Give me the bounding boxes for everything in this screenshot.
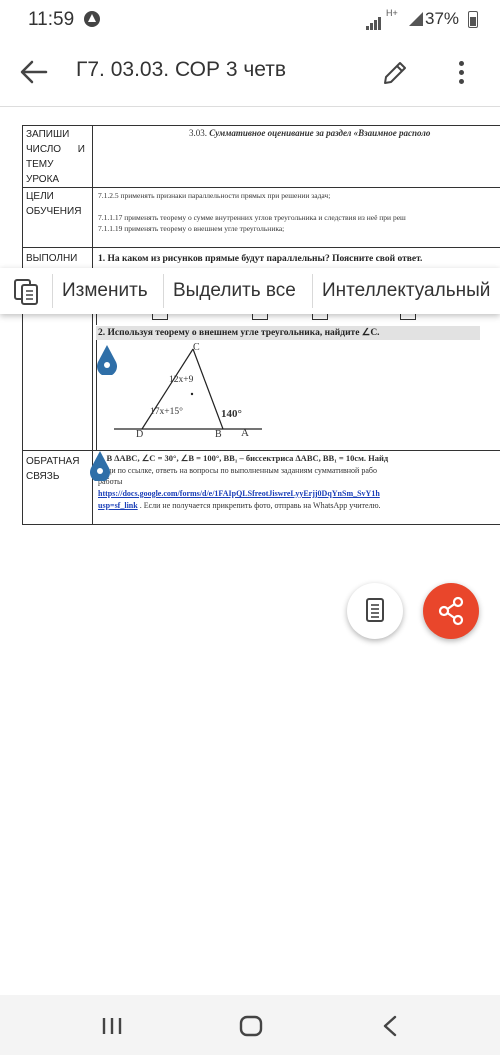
- network-type: H+: [386, 8, 398, 18]
- selection-context-menu: Изменить Выделить все Интеллектуальный: [0, 268, 500, 314]
- pencil-icon[interactable]: [380, 58, 410, 88]
- status-time: 11:59: [28, 9, 75, 30]
- share-button[interactable]: [423, 583, 479, 639]
- triangle-figure: [114, 348, 262, 430]
- menu-select-all[interactable]: Выделить все: [173, 280, 296, 302]
- recents-icon[interactable]: [101, 1017, 123, 1040]
- lesson-date: 3.03. Суммативное оценивание за раздел «…: [189, 128, 431, 138]
- system-nav-bar: [0, 995, 500, 1055]
- row-label-do: ВЫПОЛНИ: [26, 253, 78, 264]
- home-icon[interactable]: [239, 1015, 263, 1042]
- task-2: 2. Используя теорему о внешнем угле треу…: [98, 328, 380, 338]
- goal-1: 7.1.2.5 применять признаки параллельност…: [98, 191, 331, 200]
- vertex-b: B: [215, 429, 222, 440]
- selection-start-handle[interactable]: [96, 345, 118, 377]
- divider: [0, 106, 500, 107]
- row-label-goals: ЦЕЛИ ОБУЧЕНИЯ: [26, 191, 82, 217]
- angle-ext-label: 140°: [221, 408, 242, 420]
- share-icon: [438, 596, 464, 626]
- battery-percent: 37%: [425, 9, 460, 28]
- notification-icon: [84, 11, 100, 27]
- vertex-c: C: [193, 342, 200, 353]
- document-view-button[interactable]: [347, 583, 403, 639]
- cell-signal-icon: [409, 12, 423, 31]
- status-bar: 11:59 H+ 37%: [0, 0, 500, 38]
- menu-edit[interactable]: Изменить: [62, 280, 148, 302]
- selection-end-handle[interactable]: [89, 451, 111, 483]
- angle-d-label: 17x+15°: [150, 407, 183, 417]
- back-arrow-icon[interactable]: [18, 58, 50, 86]
- feedback-link-tail: usp=sf_link . Если не получается прикреп…: [98, 501, 381, 510]
- task-1: 1. На каком из рисунков прямые будут пар…: [98, 254, 423, 264]
- battery-icon: [468, 11, 478, 28]
- document-title: Г7. 03.03. СОР 3 четв: [76, 58, 287, 81]
- angle-c-label: 12x+9: [169, 375, 194, 385]
- menu-smart-select[interactable]: Интеллектуальный: [322, 280, 490, 302]
- back-icon[interactable]: [382, 1015, 398, 1042]
- row-label-feedback: ОБРАТНАЯ СВЯЗЬ: [26, 456, 80, 482]
- goal-3: 7.1.1.19 применять теорему о внешнем угл…: [98, 224, 285, 233]
- task-3: 3. В ∆ABC, ∠C = 30°, ∠B = 100°, BB₁ – би…: [98, 453, 389, 463]
- more-vert-icon[interactable]: [455, 58, 467, 88]
- doc-icon: [366, 598, 384, 622]
- lesson-topic: Суммативное оценивание за раздел «Взаимн…: [209, 128, 431, 138]
- goal-2: 7.1.1.17 применять теорему о сумме внутр…: [98, 213, 406, 222]
- wifi-signal-icon: [366, 12, 382, 30]
- feedback-link[interactable]: https://docs.google.com/forms/d/e/1FAIpQ…: [98, 489, 380, 499]
- vertex-d: D: [136, 429, 144, 440]
- app-bar: Г7. 03.03. СОР 3 четв: [0, 44, 500, 100]
- row-label-topic: ЗАПИШИ ЧИСЛО И ТЕМУ УРОКА: [26, 129, 85, 185]
- vertex-a: A: [241, 427, 249, 439]
- feedback-text: йди по ссылке, ответь на вопросы по выпо…: [103, 466, 377, 475]
- feedback-link-end[interactable]: usp=sf_link: [98, 501, 138, 510]
- copy-icon[interactable]: [12, 278, 42, 306]
